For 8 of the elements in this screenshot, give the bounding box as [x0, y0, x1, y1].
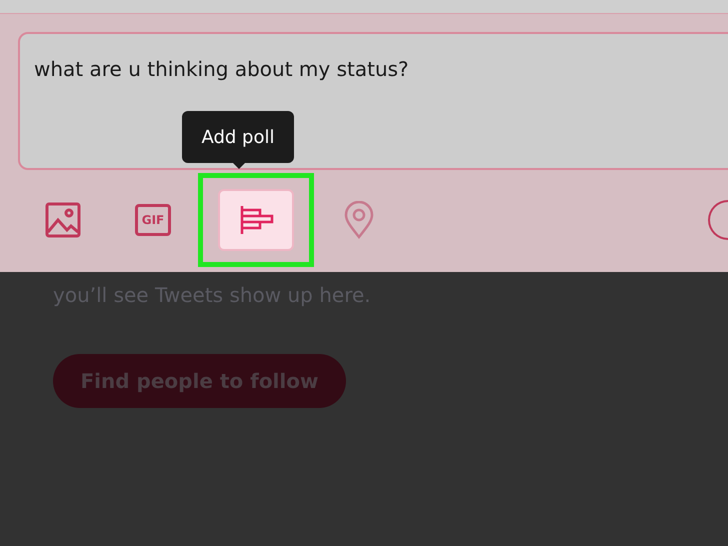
gif-icon: GIF — [135, 204, 171, 236]
tooltip-pointer — [232, 162, 246, 169]
gif-button[interactable]: GIF — [125, 192, 181, 248]
tweet-input-field[interactable]: what are u thinking about my status? Add poll — [18, 32, 728, 170]
image-icon — [45, 202, 81, 238]
poll-button[interactable] — [218, 189, 294, 251]
location-icon — [343, 201, 375, 239]
tweet-text: what are u thinking about my status? — [34, 57, 409, 81]
